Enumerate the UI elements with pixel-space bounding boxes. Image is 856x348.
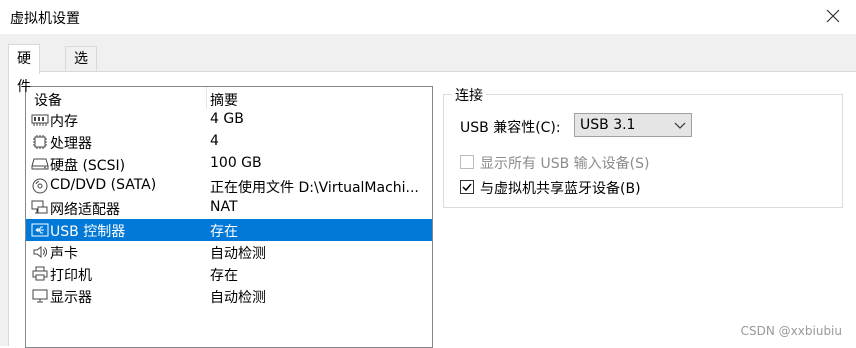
device-summary: 自动检测 (210, 246, 266, 262)
window-title: 虚拟机设置 (10, 11, 80, 27)
device-name: 硬盘 (SCSI) (50, 158, 126, 174)
harddisk-icon (31, 156, 49, 172)
device-row-processor[interactable]: 处理器 4 (26, 131, 432, 153)
device-name: 显示器 (50, 290, 92, 306)
device-summary: 自动检测 (210, 290, 266, 306)
close-button[interactable] (810, 0, 856, 32)
list-header: 设备 摘要 (26, 87, 432, 109)
hardware-panel: 设备 摘要 内存 4 GB 处理器 4 硬盘 (SCSI) 100 GB CD/… (8, 71, 856, 348)
device-name: CD/DVD (SATA) (50, 177, 157, 193)
watermark: CSDN @xxbiubiu (740, 324, 842, 338)
device-name: USB 控制器 (50, 224, 126, 240)
column-header-device[interactable]: 设备 (34, 90, 62, 110)
device-row-harddisk[interactable]: 硬盘 (SCSI) 100 GB (26, 153, 432, 175)
processor-icon (31, 134, 49, 150)
printer-icon (31, 266, 49, 282)
device-row-display[interactable]: 显示器 自动检测 (26, 285, 432, 307)
device-row-usb-controller[interactable]: USB 控制器 存在 (26, 219, 432, 241)
device-row-cdrom[interactable]: CD/DVD (SATA) 正在使用文件 D:\VirtualMachi... (26, 175, 432, 197)
device-summary: 100 GB (210, 155, 262, 171)
device-row-sound-card[interactable]: 声卡 自动检测 (26, 241, 432, 263)
tab-options[interactable]: 选项 (65, 46, 97, 91)
connection-group-label: 连接 (452, 85, 486, 105)
network-adapter-icon (31, 200, 49, 216)
share-bluetooth-label: 与虚拟机共享蓝牙设备(B) (480, 181, 641, 197)
usb-compat-value: USB 3.1 (580, 117, 636, 133)
device-row-network-adapter[interactable]: 网络适配器 NAT (26, 197, 432, 219)
speaker-icon (31, 244, 49, 260)
tab-hardware-label: 硬件 (17, 51, 31, 95)
usb-icon (31, 222, 49, 238)
dialog-body: 硬件 选项 设备 摘要 内存 4 GB (0, 34, 856, 348)
monitor-icon (31, 288, 49, 304)
device-name: 网络适配器 (50, 202, 120, 218)
checkmark-icon (462, 183, 472, 192)
show-all-usb-checkbox[interactable] (460, 155, 474, 169)
device-summary: 4 (210, 133, 219, 149)
device-name: 声卡 (50, 246, 78, 262)
device-name: 处理器 (50, 136, 92, 152)
column-header-summary[interactable]: 摘要 (210, 90, 238, 110)
memory-icon (31, 112, 49, 128)
column-divider[interactable] (206, 87, 207, 109)
usb-compat-select[interactable]: USB 3.1 (574, 113, 692, 137)
device-row-memory[interactable]: 内存 4 GB (26, 109, 432, 131)
close-icon (826, 9, 840, 23)
device-summary: 正在使用文件 D:\VirtualMachi... (210, 180, 419, 196)
title-bar: 虚拟机设置 (0, 0, 856, 34)
device-name: 打印机 (50, 268, 92, 284)
usb-compat-label: USB 兼容性(C): (460, 120, 561, 136)
device-summary: 4 GB (210, 111, 244, 127)
show-all-usb-label: 显示所有 USB 输入设备(S) (480, 156, 650, 172)
device-summary: 存在 (210, 268, 238, 284)
device-list[interactable]: 设备 摘要 内存 4 GB 处理器 4 硬盘 (SCSI) 100 GB CD/… (25, 86, 433, 348)
share-bluetooth-checkbox[interactable] (460, 180, 474, 194)
device-rows: 内存 4 GB 处理器 4 硬盘 (SCSI) 100 GB CD/DVD (S… (26, 109, 432, 307)
cdrom-icon (31, 178, 49, 194)
device-summary: NAT (210, 199, 238, 215)
device-summary: 存在 (210, 224, 238, 240)
device-name: 内存 (50, 114, 78, 130)
connection-group: 连接 USB 兼容性(C): USB 3.1 显示所有 USB 输入设备(S) … (443, 85, 843, 208)
chevron-down-icon (674, 122, 686, 129)
device-row-printer[interactable]: 打印机 存在 (26, 263, 432, 285)
tab-hardware[interactable]: 硬件 (8, 44, 40, 95)
